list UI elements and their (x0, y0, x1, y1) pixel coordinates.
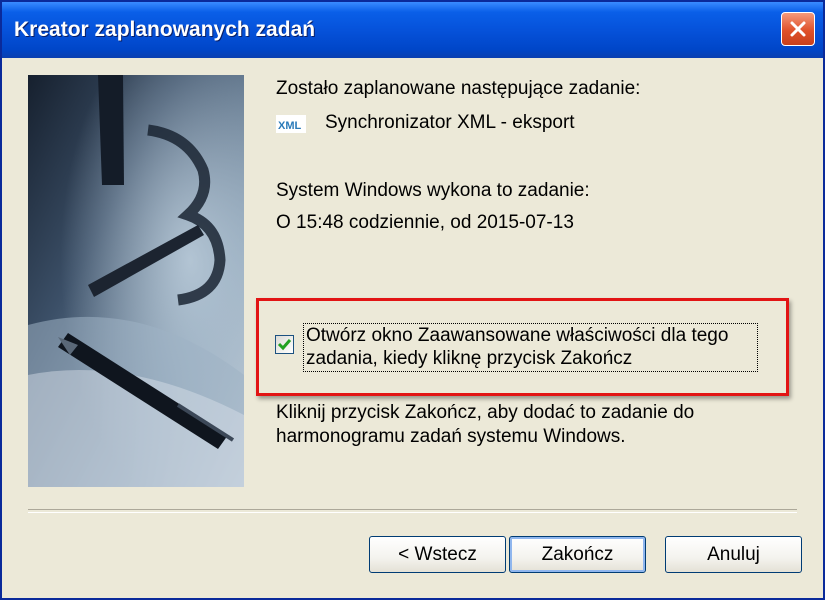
task-name: Synchronizator XML - eksport (325, 112, 575, 133)
checkmark-icon (277, 339, 292, 351)
back-button[interactable]: < Wstecz (369, 536, 506, 573)
checkbox-label-line2: zadania, kiedy kliknę przycisk Zakończ (306, 348, 633, 369)
title-bar[interactable]: Kreator zaplanowanych zadań (2, 2, 823, 58)
advanced-properties-checkbox[interactable] (275, 335, 294, 354)
footer-text-line1: Kliknij przycisk Zakończ, aby dodać to z… (276, 402, 695, 423)
xml-file-icon: XML (276, 115, 306, 133)
checkbox-label-line1: Otwórz okno Zaawansowane właściwości dla… (306, 325, 729, 346)
runs-intro-text: System Windows wykona to zadanie: (276, 180, 590, 201)
schedule-text: O 15:48 codziennie, od 2015-07-13 (276, 212, 574, 233)
footer-text-line2: harmonogramu zadań systemu Windows. (276, 426, 626, 447)
wizard-window: Kreator zaplanowanych zadań Zostało zapl… (0, 0, 825, 600)
wizard-body: Zostało zaplanowane następujące zadanie:… (2, 58, 823, 598)
finish-button[interactable]: Zakończ (509, 536, 646, 573)
cancel-button[interactable]: Anuluj (665, 536, 802, 573)
close-button[interactable] (781, 12, 815, 46)
svg-text:XML: XML (278, 120, 302, 132)
scheduled-intro-text: Zostało zaplanowane następujące zadanie: (276, 78, 641, 99)
wizard-clock-pen-image (28, 75, 244, 487)
window-title: Kreator zaplanowanych zadań (14, 18, 316, 41)
close-icon (790, 21, 806, 37)
checkbox-label[interactable]: Otwórz okno Zaawansowane właściwości dla… (303, 323, 758, 372)
separator (28, 509, 797, 513)
